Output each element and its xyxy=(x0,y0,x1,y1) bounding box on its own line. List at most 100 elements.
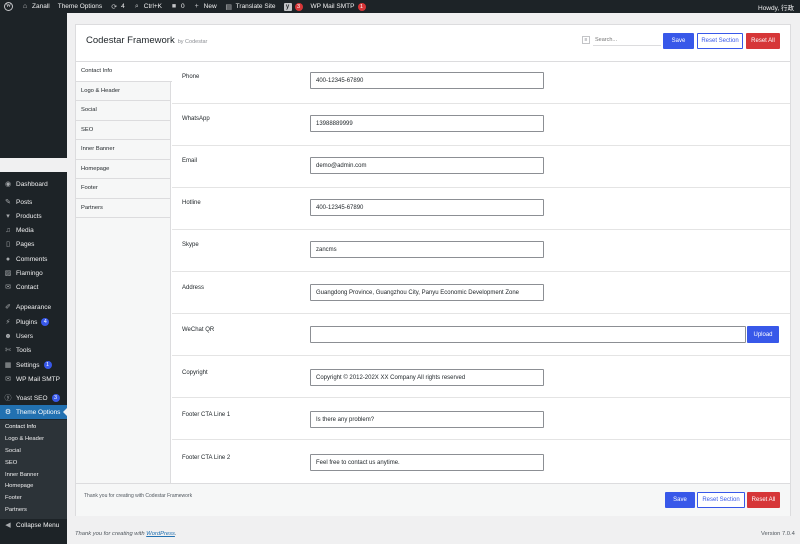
footer-reset-section-button[interactable]: Reset Section xyxy=(697,492,745,508)
expand-all-icon[interactable]: ≡ xyxy=(582,36,590,44)
submenu-item-contact-info[interactable]: Contact Info xyxy=(5,424,36,430)
sidebar-gap xyxy=(0,158,67,172)
tab-logo-header[interactable]: Logo & Header xyxy=(76,82,171,101)
field-row-email: Email demo@admin.com xyxy=(172,146,790,188)
updates-icon: ⟳ xyxy=(111,3,118,11)
sidebar-item-wp-mail-smtp[interactable]: ✉ WP Mail SMTP xyxy=(0,372,67,386)
plus-icon: + xyxy=(194,3,199,10)
translate-site-link[interactable]: ▤ Translate Site xyxy=(221,0,280,13)
yoast-icon: ⓨ xyxy=(4,395,12,402)
save-button[interactable]: Save xyxy=(663,33,694,49)
email-input[interactable]: demo@admin.com xyxy=(310,157,544,174)
wp-version: Version 7.0.4 xyxy=(761,531,795,537)
settings-badge: 1 xyxy=(43,361,52,369)
fields-area: Phone 400-12345-67890 WhatsApp 139888899… xyxy=(172,62,790,483)
smtp-icon: ✉ xyxy=(5,376,11,383)
mail-icon: ✉ xyxy=(5,284,11,291)
updates-link[interactable]: ⟳ 4 xyxy=(106,0,129,13)
submenu-item-social[interactable]: Social xyxy=(5,448,21,454)
sidebar-item-dashboard[interactable]: ◉ Dashboard xyxy=(0,177,67,191)
plug-icon: ⚡ xyxy=(5,319,11,326)
admin-bar: W ⌂ Zanall Theme Options ⟳ 4 ⌕ Ctrl+K ■ 0 + N… xyxy=(0,0,800,13)
skype-input[interactable]: zancms xyxy=(310,241,544,258)
sidebar-item-tools[interactable]: ✄ Tools xyxy=(0,343,67,357)
field-label: Phone xyxy=(182,74,200,80)
field-row-footer-cta-2: Footer CTA Line 2 Feel free to contact u… xyxy=(172,440,790,483)
yoast-link[interactable]: y3 xyxy=(280,0,307,13)
collapse-menu-button[interactable]: ◀ Collapse Menu xyxy=(0,518,67,532)
sidebar-item-yoast-seo[interactable]: ⓨ Yoast SEO 3 xyxy=(0,391,67,405)
footer-note: Thank you for creating with Codestar Fra… xyxy=(84,493,193,499)
tab-social[interactable]: Social xyxy=(76,101,171,121)
sidebar-item-settings[interactable]: ▦ Settings 1 xyxy=(0,358,67,372)
footer-cta-line-1-input[interactable]: Is there any problem? xyxy=(310,411,544,428)
submenu-item-seo[interactable]: SEO xyxy=(5,460,17,466)
tab-homepage[interactable]: Homepage xyxy=(76,160,171,179)
new-content-link[interactable]: + New xyxy=(189,0,221,13)
sidebar-item-contact[interactable]: ✉ Contact xyxy=(0,280,67,294)
gear-icon: ⚙ xyxy=(4,409,12,416)
sidebar-item-comments[interactable]: ● Comments xyxy=(0,252,67,266)
sidebar-item-plugins[interactable]: ⚡ Plugins 4 xyxy=(0,315,67,329)
field-row-hotline: Hotline 400-12345-67890 xyxy=(172,188,790,230)
footer-reset-all-button[interactable]: Reset All xyxy=(747,492,780,508)
home-icon: ⌂ xyxy=(22,3,28,10)
footer-cta-line-2-input[interactable]: Feel free to contact us anytime. xyxy=(310,454,544,471)
field-label: Footer CTA Line 1 xyxy=(182,412,231,418)
sidebar-item-pages[interactable]: ▯ Pages xyxy=(0,237,67,251)
tab-partners[interactable]: Partners xyxy=(76,199,171,218)
yoast-badge: 3 xyxy=(294,2,303,11)
submenu-item-logo-header[interactable]: Logo & Header xyxy=(5,436,44,442)
upload-button[interactable]: Upload xyxy=(747,326,779,343)
reset-section-button[interactable]: Reset Section xyxy=(697,33,743,49)
comments-link[interactable]: ■ 0 xyxy=(166,0,189,13)
footer-save-button[interactable]: Save xyxy=(665,492,695,508)
wechat-qr-input[interactable] xyxy=(310,326,746,343)
cart-icon: ▾ xyxy=(6,213,10,220)
field-row-whatsapp: WhatsApp 13988889999 xyxy=(172,104,790,146)
sidebar-item-appearance[interactable]: ✐ Appearance xyxy=(0,300,67,314)
whatsapp-input[interactable]: 13988889999 xyxy=(310,115,544,132)
command-palette-link[interactable]: ⌕ Ctrl+K xyxy=(129,0,166,13)
field-label: Hotline xyxy=(182,200,201,206)
tab-seo[interactable]: SEO xyxy=(76,121,171,140)
field-row-phone: Phone 400-12345-67890 xyxy=(172,62,790,104)
tab-footer[interactable]: Footer xyxy=(76,179,171,199)
sidebar-item-products[interactable]: ▾ Products xyxy=(0,209,67,223)
field-row-footer-cta-1: Footer CTA Line 1 Is there any problem? xyxy=(172,398,790,440)
tab-inner-banner[interactable]: Inner Banner xyxy=(76,140,171,160)
my-account-link[interactable]: Howdy, 行政 xyxy=(754,0,800,13)
submenu-item-homepage[interactable]: Homepage xyxy=(5,483,33,489)
search-input[interactable] xyxy=(593,34,661,46)
pages-icon: ▯ xyxy=(6,241,10,248)
phone-input[interactable]: 400-12345-67890 xyxy=(310,72,544,89)
tab-contact-info[interactable]: Contact Info xyxy=(76,62,172,82)
field-label: WeChat QR xyxy=(182,327,215,333)
sidebar-item-theme-options[interactable]: ⚙ Theme Options xyxy=(0,405,67,419)
smtp-link[interactable]: WP Mail SMTP 1 xyxy=(307,0,370,13)
submenu-item-inner-banner[interactable]: Inner Banner xyxy=(5,472,39,478)
user-icon: ☻ xyxy=(4,332,12,340)
wrench-icon: ✄ xyxy=(5,347,11,354)
sidebar-item-users[interactable]: ☻ Users xyxy=(0,329,67,343)
collapse-icon: ◀ xyxy=(5,522,11,529)
sidebar-item-media[interactable]: ♫ Media xyxy=(0,223,67,237)
sidebar-item-flamingo[interactable]: ▨ Flamingo xyxy=(0,266,67,280)
plugins-badge: 4 xyxy=(41,318,50,326)
hotline-input[interactable]: 400-12345-67890 xyxy=(310,199,544,216)
wordpress-link[interactable]: WordPress xyxy=(146,531,175,537)
theme-options-link[interactable]: Theme Options xyxy=(54,0,106,13)
address-input[interactable]: Guangdong Province, Guangzhou City, Pany… xyxy=(310,284,544,301)
sidebar-top-block xyxy=(0,13,67,158)
reset-all-button[interactable]: Reset All xyxy=(746,33,780,49)
copyright-input[interactable]: Copyright © 2012-202X XX Company All rig… xyxy=(310,369,544,386)
search-icon: ⌕ xyxy=(134,2,139,10)
site-name-link[interactable]: ⌂ Zanall xyxy=(17,0,54,13)
submenu-item-partners[interactable]: Partners xyxy=(5,507,27,513)
panel-header: Codestar Frameworkby Codestar ≡ Save Res… xyxy=(76,25,790,62)
sidebar-item-posts[interactable]: ✎ Posts xyxy=(0,195,67,209)
field-label: Email xyxy=(182,158,198,164)
wp-footer-thanks: Thank you for creating with WordPress. xyxy=(75,531,177,537)
submenu-item-footer[interactable]: Footer xyxy=(5,495,22,501)
wp-logo-menu[interactable]: W xyxy=(0,0,17,13)
